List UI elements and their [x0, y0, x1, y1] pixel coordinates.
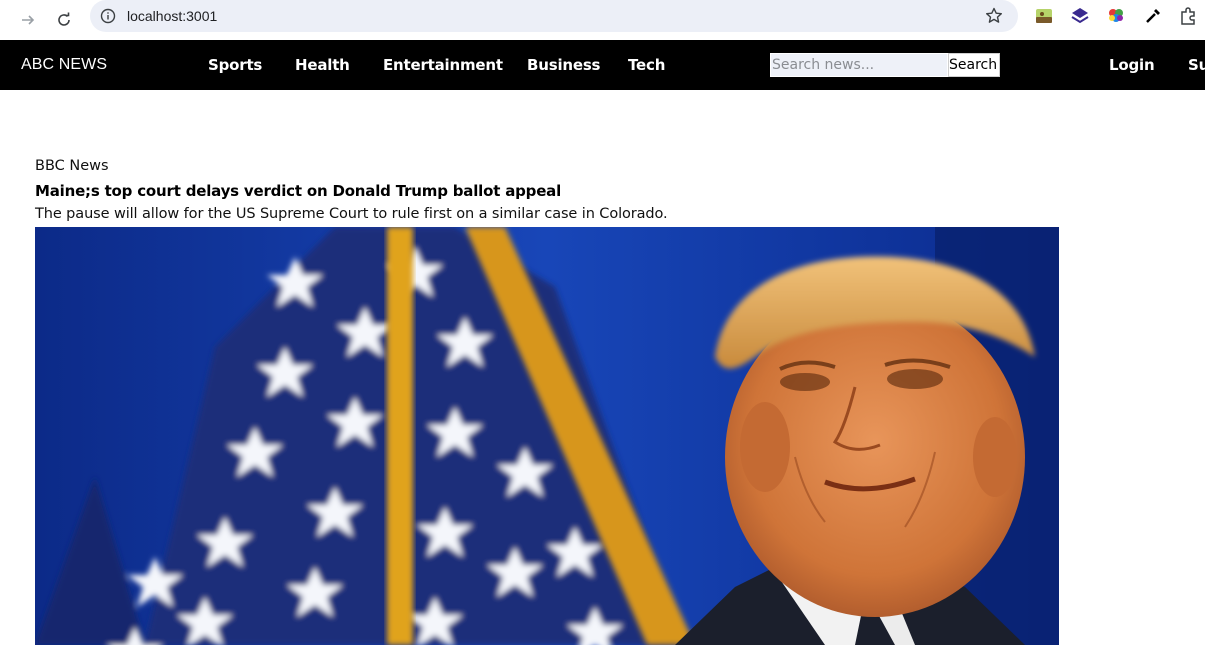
info-icon[interactable] [100, 8, 116, 24]
site-navbar: ABC NEWS Sports Health Entertainment Bus… [0, 40, 1205, 90]
extension-landscape-icon[interactable] [1034, 6, 1054, 26]
search-form: Search [770, 53, 1000, 77]
nav-link-business[interactable]: Business [527, 56, 600, 74]
site-brand[interactable]: ABC NEWS [21, 56, 107, 74]
article-photo-illustration [35, 227, 1059, 645]
extensions-puzzle-icon[interactable] [1178, 6, 1198, 26]
arrow-right-icon [22, 15, 35, 25]
nav-link-sports[interactable]: Sports [208, 56, 262, 74]
reload-icon [58, 12, 70, 26]
extension-color-wheel-icon[interactable] [1106, 6, 1126, 26]
url-text[interactable]: localhost:3001 [127, 8, 217, 24]
extension-layers-icon[interactable] [1070, 6, 1090, 26]
browser-toolbar: localhost:3001 [0, 0, 1205, 40]
article-image[interactable] [35, 227, 1059, 645]
reload-button[interactable] [51, 7, 77, 33]
eyedropper-icon[interactable] [1143, 6, 1163, 26]
address-bar[interactable]: localhost:3001 [90, 0, 1018, 32]
nav-link-health[interactable]: Health [295, 56, 350, 74]
bookmark-star-icon[interactable] [984, 6, 1004, 26]
article-source: BBC News [35, 158, 109, 174]
forward-button[interactable] [15, 7, 41, 33]
nav-link-entertainment[interactable]: Entertainment [383, 56, 503, 74]
signup-link[interactable]: Su [1188, 56, 1205, 74]
login-link[interactable]: Login [1109, 56, 1155, 74]
nav-link-tech[interactable]: Tech [628, 56, 665, 74]
search-button[interactable]: Search [948, 53, 1000, 77]
article-summary: The pause will allow for the US Supreme … [35, 206, 668, 222]
search-input[interactable] [770, 53, 948, 77]
article-headline[interactable]: Maine;s top court delays verdict on Dona… [35, 182, 561, 200]
